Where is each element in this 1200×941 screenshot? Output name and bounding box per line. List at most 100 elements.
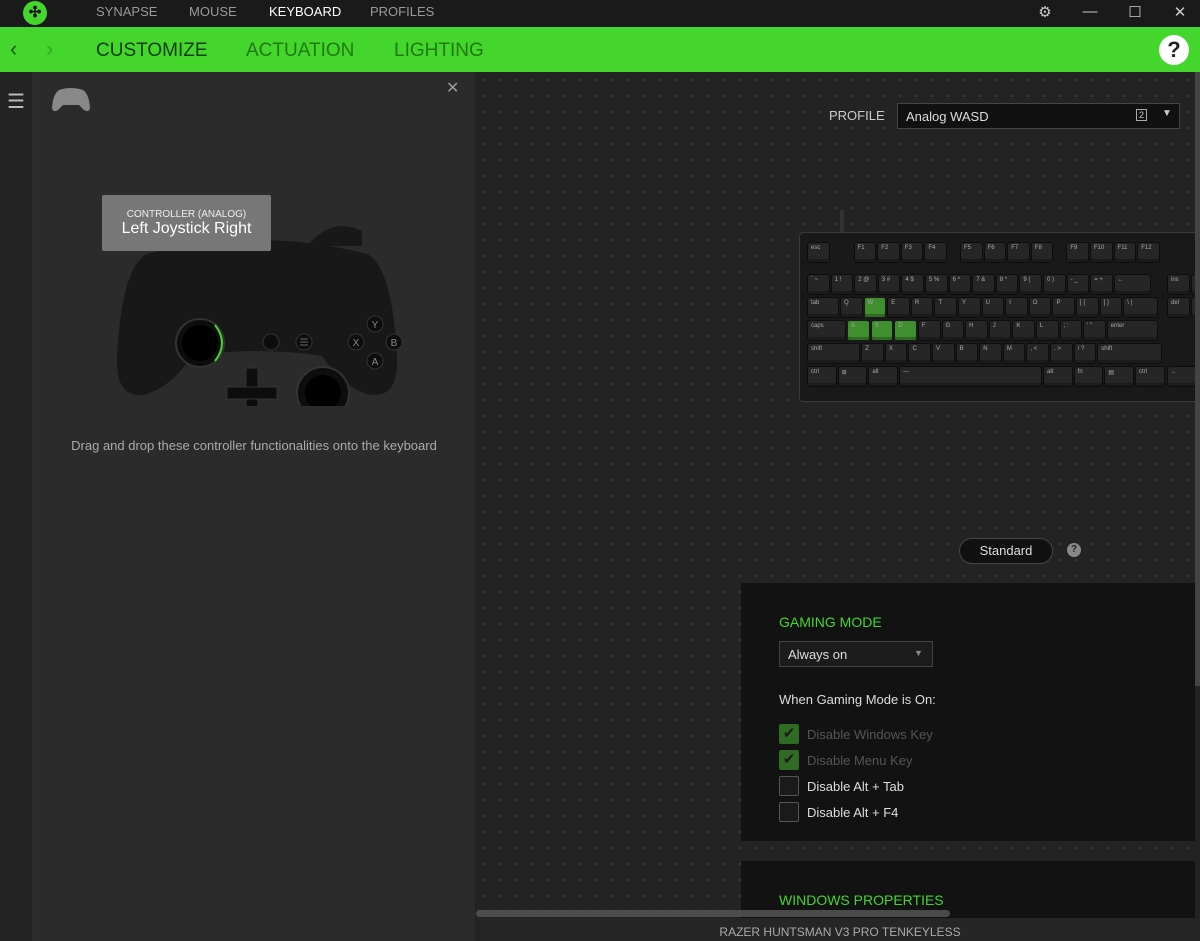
key[interactable]: F3 bbox=[901, 243, 923, 262]
key[interactable]: . > bbox=[1051, 344, 1072, 363]
key[interactable]: Y bbox=[959, 298, 980, 317]
nav-synapse[interactable]: SYNAPSE bbox=[96, 4, 157, 19]
key[interactable]: 1 ! bbox=[831, 275, 853, 294]
nav-keyboard[interactable]: KEYBOARD bbox=[269, 4, 341, 19]
gaming-option[interactable]: Disable Alt + F4 bbox=[779, 802, 898, 822]
key[interactable]: , < bbox=[1027, 344, 1049, 363]
key[interactable]: shift bbox=[808, 344, 860, 363]
tab-lighting[interactable]: LIGHTING bbox=[394, 40, 484, 62]
key[interactable]: D bbox=[895, 321, 916, 340]
key[interactable]: C bbox=[909, 344, 931, 363]
key[interactable]: E bbox=[888, 298, 909, 317]
key[interactable]: T bbox=[935, 298, 957, 317]
key[interactable]: J bbox=[989, 321, 1011, 340]
vertical-scrollbar[interactable] bbox=[1195, 72, 1200, 686]
key[interactable]: N bbox=[980, 344, 1001, 363]
tab-customize[interactable]: CUSTOMIZE bbox=[96, 40, 208, 62]
key[interactable]: F5 bbox=[961, 243, 982, 262]
key[interactable]: 3 # bbox=[878, 275, 900, 294]
key[interactable]: 9 ( bbox=[1020, 275, 1041, 294]
minimize-icon[interactable]: — bbox=[1080, 3, 1100, 20]
key[interactable]: F10 bbox=[1091, 243, 1112, 262]
maximize-icon[interactable]: ☐ bbox=[1125, 3, 1145, 21]
gaming-mode-dropdown[interactable]: Always on ▼ bbox=[779, 641, 933, 667]
key[interactable]: O bbox=[1029, 298, 1051, 317]
key[interactable]: ▤ bbox=[1105, 367, 1134, 386]
key[interactable]: F bbox=[918, 321, 940, 340]
key[interactable]: 0 ) bbox=[1044, 275, 1065, 294]
key[interactable]: A bbox=[848, 321, 869, 340]
close-panel-icon[interactable]: ✕ bbox=[446, 78, 459, 98]
key[interactable]: F6 bbox=[984, 243, 1006, 262]
key[interactable]: \ | bbox=[1124, 298, 1157, 317]
key[interactable]: F1 bbox=[854, 243, 876, 262]
key[interactable]: - _ bbox=[1067, 275, 1089, 294]
key[interactable]: tab bbox=[808, 298, 839, 317]
key[interactable]: ; : bbox=[1060, 321, 1082, 340]
key[interactable]: [ { bbox=[1077, 298, 1098, 317]
tab-actuation[interactable]: ACTUATION bbox=[246, 40, 354, 62]
key[interactable]: B bbox=[956, 344, 978, 363]
mode-toggle-button[interactable]: Standard bbox=[959, 538, 1053, 564]
key[interactable]: — bbox=[900, 367, 1041, 386]
key[interactable]: fn bbox=[1074, 367, 1103, 386]
key[interactable]: H bbox=[966, 321, 987, 340]
key[interactable]: K bbox=[1013, 321, 1034, 340]
key[interactable]: M bbox=[1003, 344, 1025, 363]
key[interactable]: ⊞ bbox=[838, 367, 867, 386]
key[interactable]: enter bbox=[1107, 321, 1157, 340]
checkbox[interactable] bbox=[779, 776, 799, 796]
key[interactable]: F4 bbox=[925, 243, 946, 262]
checkbox[interactable] bbox=[779, 802, 799, 822]
key[interactable]: 2 @ bbox=[855, 275, 876, 294]
mode-help-icon[interactable]: ? bbox=[1067, 543, 1081, 557]
key[interactable]: F12 bbox=[1138, 243, 1159, 262]
settings-gear-icon[interactable]: ⚙ bbox=[1035, 3, 1055, 21]
key[interactable]: / ? bbox=[1074, 344, 1096, 363]
key[interactable]: F2 bbox=[878, 243, 899, 262]
key[interactable]: = + bbox=[1091, 275, 1112, 294]
nav-mouse[interactable]: MOUSE bbox=[189, 4, 237, 19]
key[interactable]: 4 $ bbox=[902, 275, 923, 294]
key[interactable]: ← bbox=[1114, 275, 1150, 294]
key[interactable]: ] } bbox=[1100, 298, 1122, 317]
key[interactable]: X bbox=[885, 344, 907, 363]
key[interactable]: Q bbox=[841, 298, 862, 317]
key[interactable]: F7 bbox=[1008, 243, 1029, 262]
close-window-icon[interactable]: ✕ bbox=[1170, 3, 1190, 21]
key[interactable]: 7 & bbox=[973, 275, 994, 294]
key[interactable]: F9 bbox=[1067, 243, 1088, 262]
key[interactable]: L bbox=[1036, 321, 1058, 340]
key[interactable]: 6 ^ bbox=[949, 275, 971, 294]
key[interactable]: alt bbox=[1044, 367, 1072, 386]
key[interactable]: W bbox=[864, 298, 886, 317]
key[interactable]: ins bbox=[1168, 275, 1189, 294]
hamburger-menu-icon[interactable]: ☰ bbox=[7, 92, 25, 112]
key[interactable]: R bbox=[911, 298, 933, 317]
nav-profiles[interactable]: PROFILES bbox=[370, 4, 434, 19]
help-button[interactable]: ? bbox=[1159, 35, 1189, 65]
key[interactable]: alt bbox=[869, 367, 898, 386]
key[interactable]: V bbox=[933, 344, 954, 363]
key[interactable]: G bbox=[942, 321, 964, 340]
key[interactable]: S bbox=[871, 321, 893, 340]
razer-logo-icon[interactable]: ✣ bbox=[23, 1, 47, 25]
key[interactable]: ctrl bbox=[808, 367, 836, 386]
gaming-option[interactable]: Disable Alt + Tab bbox=[779, 776, 904, 796]
key[interactable]: shift bbox=[1098, 344, 1162, 363]
horizontal-scrollbar[interactable] bbox=[476, 910, 950, 917]
key[interactable]: F8 bbox=[1031, 243, 1053, 262]
key[interactable]: Z bbox=[862, 344, 883, 363]
key[interactable]: P bbox=[1053, 298, 1075, 317]
key[interactable]: 8 * bbox=[996, 275, 1018, 294]
back-arrow-icon[interactable]: ‹ bbox=[10, 36, 17, 62]
key[interactable]: 5 % bbox=[926, 275, 947, 294]
key[interactable]: ' " bbox=[1084, 321, 1105, 340]
profile-dropdown[interactable]: Analog WASD 2 ▼ bbox=[897, 103, 1180, 129]
key[interactable]: del bbox=[1168, 298, 1189, 317]
key[interactable]: caps bbox=[808, 321, 846, 340]
key[interactable]: esc bbox=[808, 243, 829, 262]
key[interactable]: ` ~ bbox=[808, 275, 829, 294]
forward-arrow-icon[interactable]: › bbox=[46, 36, 53, 62]
key[interactable]: U bbox=[982, 298, 1004, 317]
